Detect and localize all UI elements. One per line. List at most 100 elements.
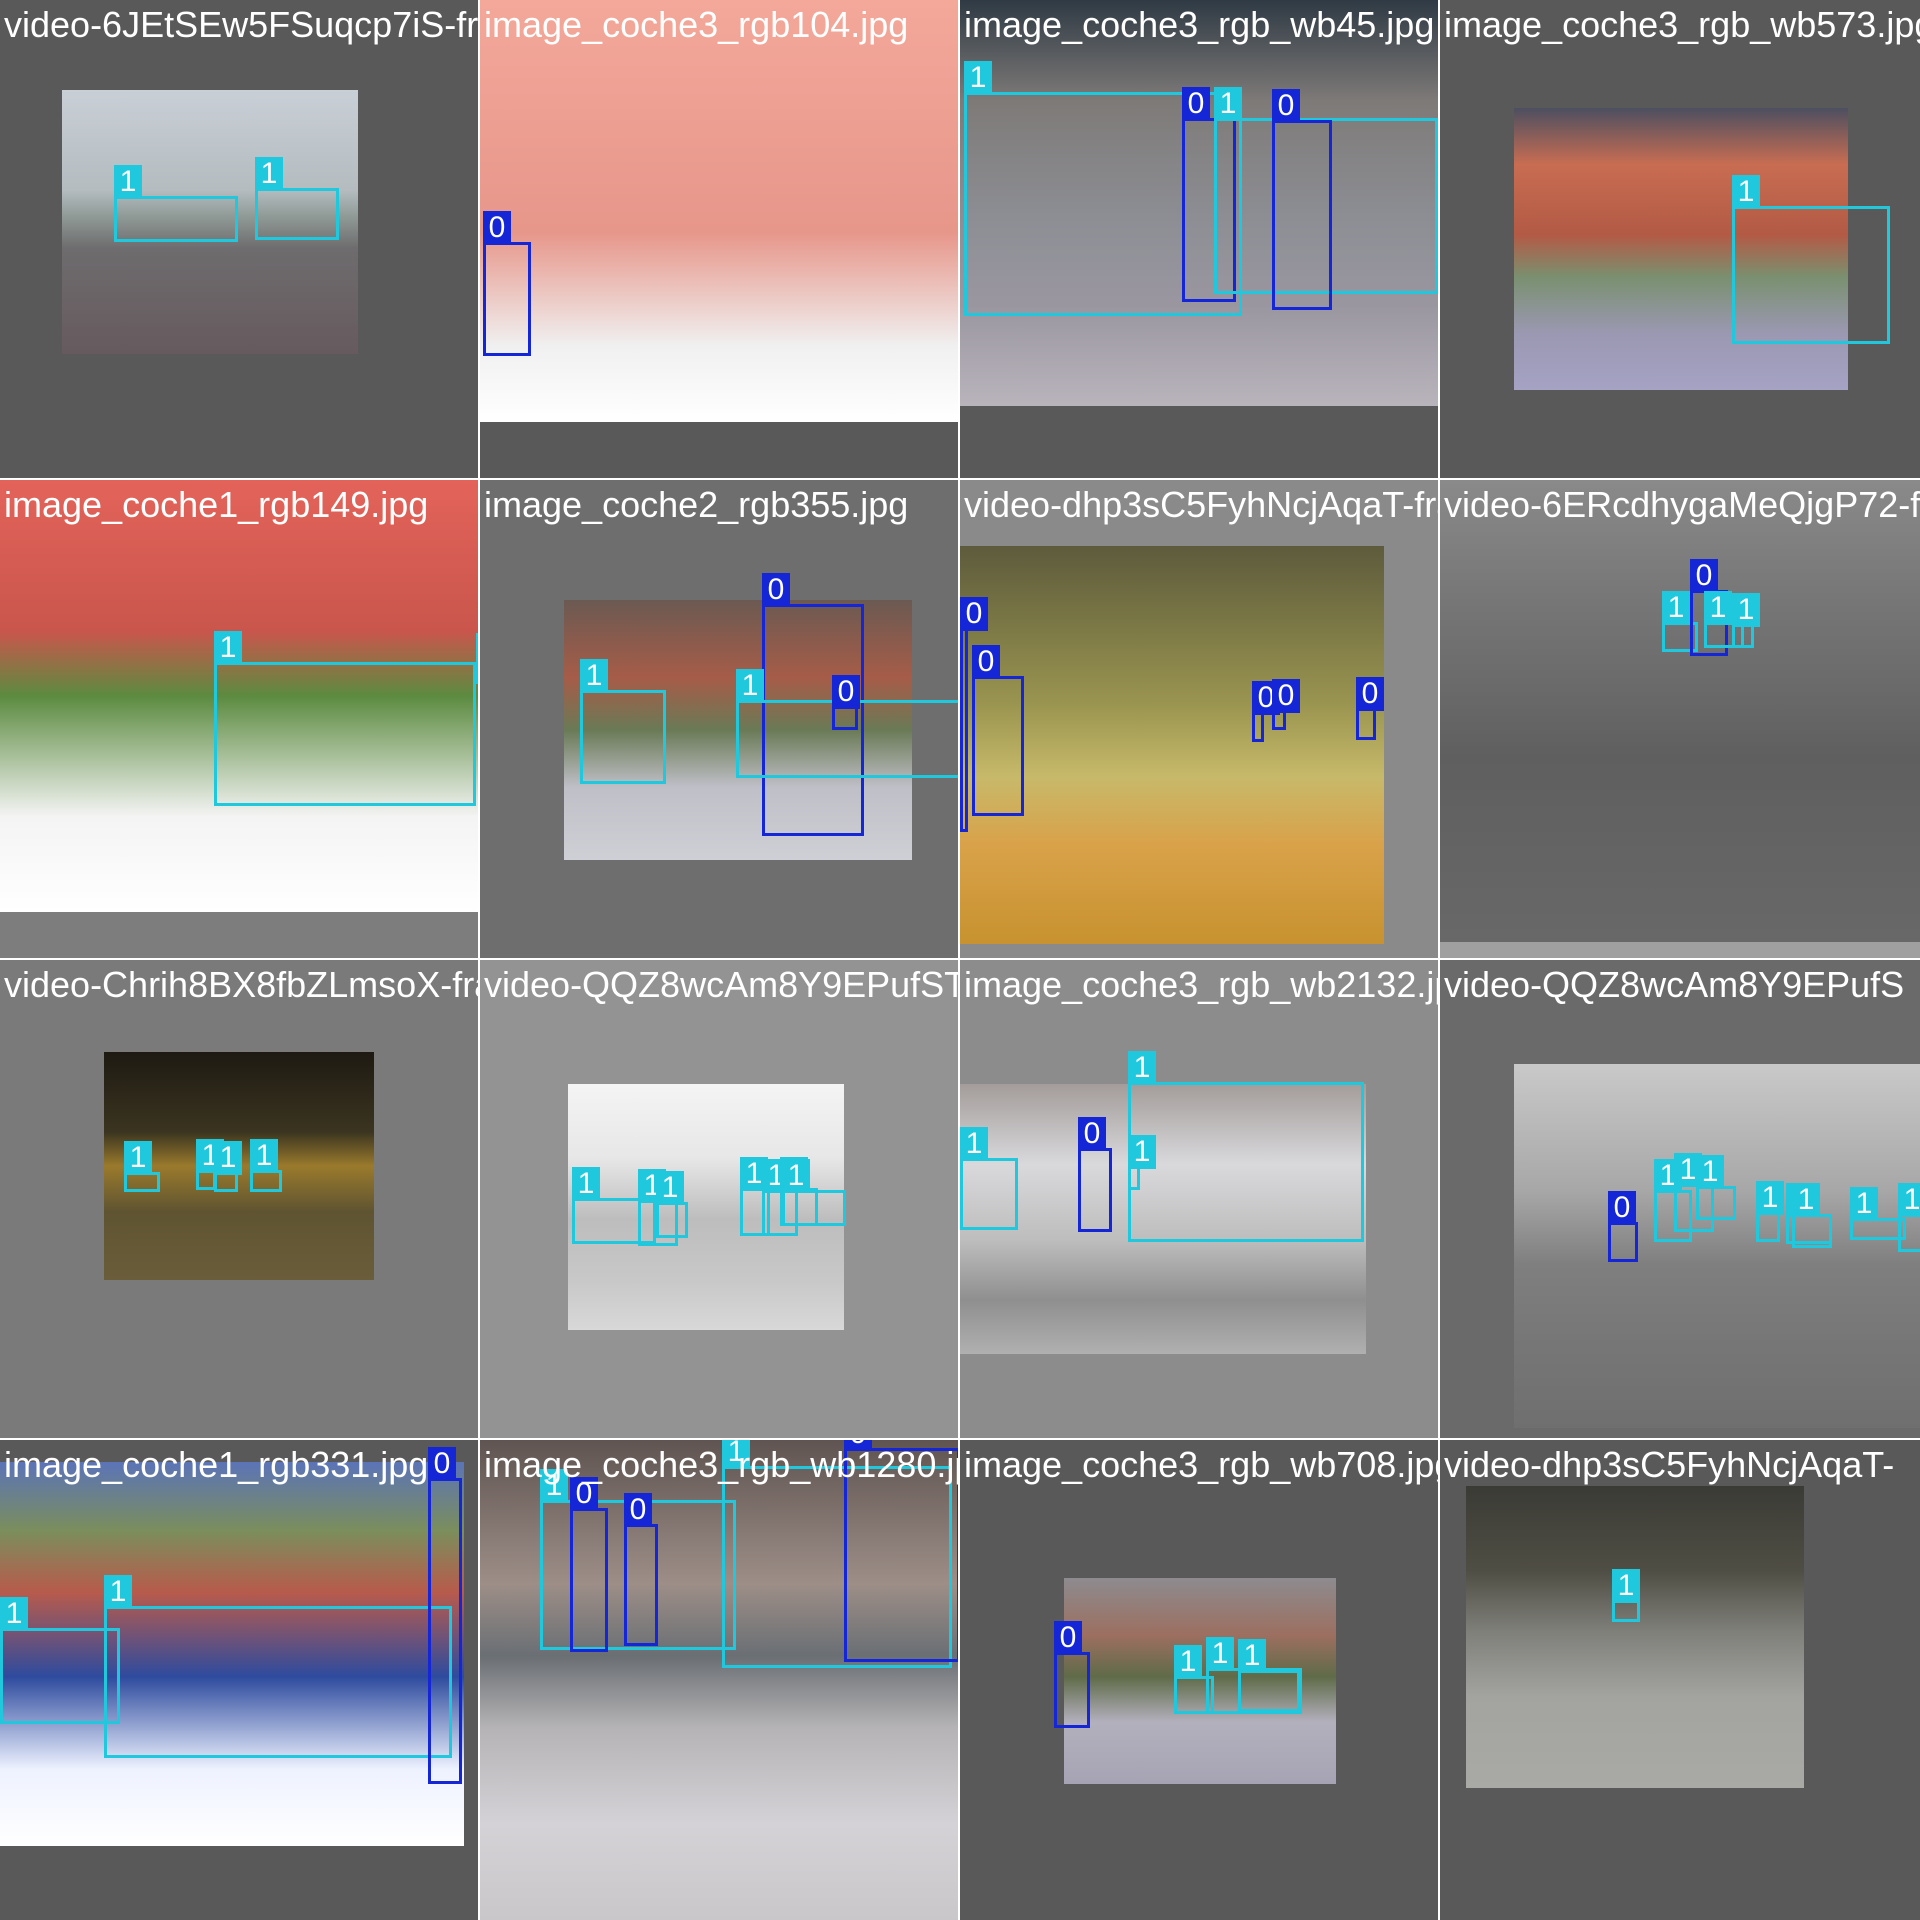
detection-class-label: 1: [255, 157, 283, 191]
tile-filename: image_coche2_rgb355.jpg: [484, 484, 909, 525]
tile-filename: image_coche1_rgb149.jpg: [4, 484, 429, 525]
tile-filename: image_coche3_rgb104.jpg: [484, 4, 909, 45]
tile-photo: [1466, 1486, 1804, 1788]
mosaic-tile: image_coche3_rgb_wb1280.jpg10010: [480, 1440, 958, 1920]
detection-class-label: 1: [960, 1127, 988, 1161]
detection-class-label: 1: [124, 1141, 152, 1175]
mosaic-tile: video-QQZ8wcAm8Y9EPufST-frame-002455-k8d…: [480, 960, 958, 1438]
detection-class-label: 1: [1206, 1637, 1234, 1671]
detection-class-label: 1: [1128, 1051, 1156, 1085]
detection-class-label: 1: [1696, 1155, 1724, 1189]
detection-class-label: 1: [736, 669, 764, 703]
detection-box-class-1: 1: [1792, 1183, 1832, 1248]
tile-filename: image_coche3_rgb_wb708.jpg: [964, 1444, 1438, 1485]
detection-class-label: 1: [1898, 1183, 1920, 1217]
detection-class-label: 1: [214, 631, 242, 665]
tile-filename: video-QQZ8wcAm8Y9EPufST-frame-002455-k8d: [484, 964, 958, 1005]
detection-box-class-1: 1: [250, 1139, 282, 1192]
tile-filename: image_coche3_rgb_wb573.jpg: [1444, 4, 1920, 45]
detection-box-class-1: 1: [1732, 593, 1760, 648]
detection-class-label: 0: [483, 211, 511, 245]
detection-box-class-1: 1: [0, 1597, 120, 1724]
detection-box-class-1: 1: [782, 1159, 846, 1226]
tile-filename: image_coche3_rgb_wb2132.jpg: [964, 964, 1438, 1005]
detection-class-label: 1: [1214, 87, 1242, 121]
detection-class-label: 1: [1662, 591, 1690, 625]
detection-class-label: 1: [1704, 591, 1732, 625]
mosaic-tile: image_coche3_rgb_wb45.jpg 1 0 1 0: [960, 0, 1438, 478]
detection-class-label: 1: [250, 1139, 278, 1173]
detection-class-label: 0: [1272, 89, 1300, 123]
mosaic-tile: video-dhp3sC5FyhNcjAqaT- 1: [1440, 1440, 1920, 1920]
detection-box-class-0: 0: [624, 1493, 658, 1646]
mosaic-tile: image_coche1_rgb331.jpg 1 1 0: [0, 1440, 478, 1920]
detection-box-class-1: 1: [1756, 1181, 1784, 1242]
detection-class-label: 0: [1690, 559, 1718, 593]
detection-class-label: 1: [476, 633, 478, 667]
tile-photo: [1514, 1064, 1920, 1428]
mosaic-tile: video-6ERcdhygaMeQjgP72-f 1 0 1 1: [1440, 480, 1920, 958]
detection-box-class-0: 0: [972, 645, 1024, 816]
detection-class-label: 0: [1078, 1117, 1106, 1151]
tile-filename: image_coche3_rgb_wb45.jpg: [964, 4, 1435, 45]
detection-class-label: 0: [762, 573, 790, 607]
tile-photo: [1440, 480, 1920, 942]
detection-class-label: 1: [1792, 1183, 1820, 1217]
detection-box-class-0: 0: [1272, 679, 1300, 730]
detection-box-class-1: 1: [656, 1171, 688, 1238]
detection-class-label: 0: [1182, 87, 1210, 121]
tile-filename: video-dhp3sC5FyhNcjAqaT-: [1444, 1444, 1895, 1485]
detection-box-class-1: 1: [1732, 175, 1890, 344]
detection-box-class-0: 0: [1356, 677, 1384, 740]
detection-box-class-1: 1: [960, 1127, 1018, 1230]
detection-class-label: 1: [782, 1159, 810, 1193]
detection-class-label: 1: [1238, 1639, 1266, 1673]
detection-class-label: 0: [1272, 679, 1300, 713]
detection-box-class-0: 0: [1608, 1191, 1638, 1262]
mosaic-tile: image_coche2_rgb355.jpg 0 1 1 0: [480, 480, 958, 958]
detection-box-class-0: 0: [960, 597, 988, 832]
detection-mosaic: video-6JEtSEw5FSuqcp7iS-frame-002001-pgQ…: [0, 0, 1920, 1920]
tile-filename: video-dhp3sC5FyhNcjAqaT-frame-003921: [964, 484, 1438, 525]
detection-class-label: 1: [580, 659, 608, 693]
tile-photo: [480, 0, 958, 422]
detection-box-class-1: 1: [104, 1575, 452, 1758]
detection-box-class-0: 0: [1078, 1117, 1112, 1232]
detection-class-label: 0: [1608, 1191, 1636, 1225]
detection-box-class-1: 1: [1612, 1569, 1640, 1622]
mosaic-tile: video-Chrih8BX8fbZLmsoX-frame-001375-411…: [0, 960, 478, 1438]
detection-class-label: 1: [1612, 1569, 1640, 1603]
detection-box-class-1: 1: [580, 659, 666, 784]
detection-class-label: 1: [964, 61, 992, 95]
detection-class-label: 1: [114, 165, 142, 199]
tile-filename: image_coche1_rgb331.jpg: [4, 1444, 429, 1485]
tile-filename: video-Chrih8BX8fbZLmsoX-frame-001375-4: [4, 964, 478, 1005]
mosaic-tile: video-dhp3sC5FyhNcjAqaT-frame-0039210000…: [960, 480, 1438, 958]
detection-box-class-0: 0: [1054, 1621, 1090, 1728]
detection-class-label: 1: [1850, 1187, 1878, 1221]
detection-class-label: 1: [104, 1575, 132, 1609]
detection-box-class-0: 0: [1252, 681, 1280, 742]
detection-box-class-1: 1: [1238, 1639, 1300, 1712]
detection-class-label: 0: [624, 1493, 652, 1527]
detection-box-class-1: 1: [476, 633, 478, 684]
detection-box-class-1: 1: [214, 1141, 242, 1192]
detection-box-class-1: 1: [114, 165, 238, 242]
detection-box-class-0: 0: [428, 1447, 462, 1784]
detection-box-class-1: 1: [255, 157, 339, 240]
detection-box-class-0: 0: [832, 675, 860, 730]
detection-box-class-1: 1: [1696, 1155, 1736, 1220]
detection-class-label: 0: [428, 1447, 456, 1481]
detection-class-label: 1: [572, 1167, 600, 1201]
mosaic-tile: image_coche3_rgb_wb2132.jpg 1 0 1 1: [960, 960, 1438, 1438]
tile-filename: video-6ERcdhygaMeQjgP72-f: [1444, 484, 1920, 525]
detection-class-label: 1: [1174, 1645, 1202, 1679]
detection-box-class-1: 1: [1128, 1051, 1364, 1242]
mosaic-tile: image_coche1_rgb149.jpg 1 1: [0, 480, 478, 958]
detection-class-label: 1: [214, 1141, 242, 1175]
mosaic-tile: image_coche3_rgb_wb573.jpg 1: [1440, 0, 1920, 478]
detection-class-label: 1: [656, 1171, 684, 1205]
tile-filename: video-6JEtSEw5FSuqcp7iS-frame-002001-pgQ: [4, 4, 478, 45]
detection-box-class-0: 0: [1272, 89, 1332, 310]
mosaic-tile: image_coche3_rgb_wb708.jpg 0 1 1 1: [960, 1440, 1438, 1920]
